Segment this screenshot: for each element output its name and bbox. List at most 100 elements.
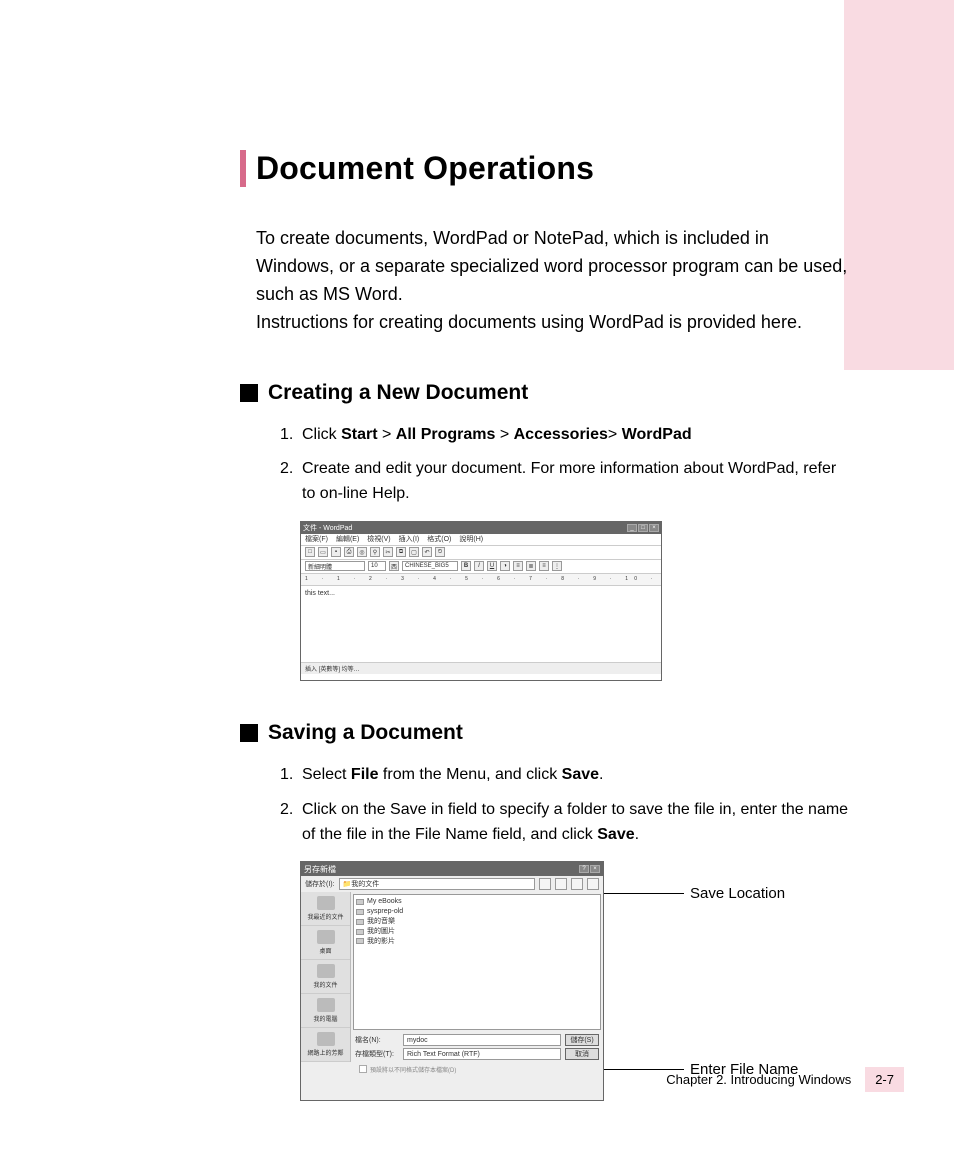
- step1-wordpad: WordPad: [622, 426, 692, 443]
- creating-step-1: 1. Click Start > All Programs > Accessor…: [280, 423, 850, 448]
- step1-accessories: Accessories: [514, 426, 608, 443]
- sidebar-network: 網路上的芳鄰: [301, 1028, 350, 1062]
- wordpad-formatbar: 新細明體 10 西 CHINESE_BIG5 B I U ◑ ≡ ≣ ≡ ⋮: [301, 560, 661, 574]
- save-in-value: 我的文件: [351, 879, 379, 889]
- step-number: 1.: [280, 423, 293, 448]
- close-icon: ×: [649, 524, 659, 532]
- step1-allprograms: All Programs: [396, 426, 496, 443]
- step-number: 1.: [280, 763, 293, 788]
- filetype-select: Rich Text Format (RTF): [403, 1048, 561, 1060]
- wordpad-screenshot: 文件 - WordPad _ □ × 檔案(F) 編輯(E) 檢視(V) 插入(…: [300, 521, 662, 681]
- back-icon: [539, 878, 551, 890]
- list-item: My eBooks: [356, 897, 598, 907]
- paste-icon: ▢: [409, 547, 419, 557]
- step-number: 2.: [280, 457, 293, 482]
- window-buttons: _ □ ×: [627, 524, 659, 532]
- align-right-icon: ≡: [539, 561, 549, 571]
- creating-steps-list: 1. Click Start > All Programs > Accessor…: [280, 423, 850, 507]
- save-button: 儲存(S): [565, 1034, 599, 1046]
- date-icon: ⏲: [435, 547, 445, 557]
- checkbox-icon: [359, 1065, 367, 1073]
- undo-icon: ↶: [422, 547, 432, 557]
- page-title-wrap: Document Operations: [240, 150, 850, 187]
- menu-format: 格式(O): [427, 534, 451, 544]
- footer-page-number: 2-7: [865, 1067, 904, 1092]
- section-saving-heading: Saving a Document: [240, 721, 850, 745]
- underline-icon: U: [487, 561, 497, 571]
- list-item: 我的影片: [356, 937, 598, 947]
- list-item: 我的音樂: [356, 917, 598, 927]
- wordpad-menubar: 檔案(F) 編輯(E) 檢視(V) 插入(I) 格式(O) 說明(H): [301, 534, 661, 546]
- cancel-button: 取消: [565, 1048, 599, 1060]
- list-item: 我的圖片: [356, 927, 598, 937]
- save-dialog-winbtns: ? ×: [579, 865, 600, 873]
- font-name-select: 新細明體: [305, 561, 365, 571]
- save-default-check: 預設將以不同格式儲存本檔案(D): [301, 1062, 603, 1076]
- save-bottom: 檔名(N): mydoc 儲存(S) 存檔類型(T): Rich Text Fo…: [351, 1032, 603, 1062]
- open-icon: ▭: [318, 547, 328, 557]
- color-icon: ◑: [500, 561, 510, 571]
- save-dialog-screenshot: 另存新檔 ? × 儲存於(I): 📁 我的文件 我最近的文件: [300, 861, 604, 1101]
- callout-line: [604, 893, 684, 894]
- preview-icon: ◎: [357, 547, 367, 557]
- wordpad-body: this text...: [301, 586, 661, 662]
- menu-edit: 編輯(E): [336, 534, 359, 544]
- wordpad-toolbar: □ ▭ ▪ ⎙ ◎ ⚲ ✂ ⧉ ▢ ↶ ⏲: [301, 546, 661, 560]
- align-center-icon: ≣: [526, 561, 536, 571]
- find-icon: ⚲: [370, 547, 380, 557]
- menu-insert: 插入(I): [399, 534, 420, 544]
- callout-save-location-text: Save Location: [690, 885, 785, 902]
- folder-icon: [356, 899, 364, 905]
- new-icon: □: [305, 547, 315, 557]
- section-creating-heading: Creating a New Document: [240, 381, 850, 405]
- filename-label: 檔名(N):: [355, 1035, 399, 1045]
- filetype-label: 存檔類型(T):: [355, 1049, 399, 1059]
- menu-help: 說明(H): [459, 534, 483, 544]
- save-dialog-body: 我最近的文件 桌面 我的文件 我的電腦 網路上的芳鄰 My eBooks sys…: [301, 892, 603, 1062]
- saving-step-2: 2. Click on the Save in field to specify…: [280, 798, 850, 848]
- square-bullet-icon: [240, 724, 258, 742]
- copy-icon: ⧉: [396, 547, 406, 557]
- italic-icon: I: [474, 561, 484, 571]
- print-icon: ⎙: [344, 547, 354, 557]
- page-footer: Chapter 2. Introducing Windows 2-7: [666, 1067, 904, 1092]
- intro-line-2: Instructions for creating documents usin…: [256, 309, 850, 337]
- filetype-row: 存檔類型(T): Rich Text Format (RTF) 取消: [355, 1048, 599, 1060]
- square-bullet-icon: [240, 384, 258, 402]
- desktop-icon: [317, 930, 335, 944]
- sidebar-desktop: 桌面: [301, 926, 350, 960]
- align-left-icon: ≡: [513, 561, 523, 571]
- chapter-tab-marker: [844, 0, 954, 370]
- network-icon: [317, 1032, 335, 1046]
- page-title: Document Operations: [256, 150, 850, 187]
- page-content: Document Operations To create documents,…: [240, 150, 850, 1101]
- bold-icon: B: [461, 561, 471, 571]
- mycomputer-icon: [317, 998, 335, 1012]
- folder-icon: [356, 909, 364, 915]
- up-icon: [555, 878, 567, 890]
- save-dialog-area: 另存新檔 ? × 儲存於(I): 📁 我的文件 我最近的文件: [300, 861, 850, 1101]
- saving-steps-list: 1. Select File from the Menu, and click …: [280, 763, 850, 847]
- folder-icon: [356, 919, 364, 925]
- views-icon: [587, 878, 599, 890]
- wordpad-ruler: 1 · 1 · 2 · 3 · 4 · 5 · 6 · 7 · 8 · 9 · …: [301, 574, 661, 586]
- wordpad-title-text: 文件 - WordPad: [303, 523, 352, 533]
- save-dialog-titlebar: 另存新檔 ? ×: [301, 862, 603, 876]
- folder-icon: 📁: [343, 880, 352, 888]
- intro-text: To create documents, WordPad or NotePad,…: [256, 225, 850, 337]
- filename-input: mydoc: [403, 1034, 561, 1046]
- recent-icon: [317, 896, 335, 910]
- encoding-select: CHINESE_BIG5: [402, 561, 458, 571]
- callout-save-location: Save Location: [604, 885, 785, 902]
- save-dialog-title: 另存新檔: [304, 864, 336, 875]
- lang-icon: 西: [389, 561, 399, 571]
- step-number: 2.: [280, 798, 293, 823]
- close-icon: ×: [590, 865, 600, 873]
- cut-icon: ✂: [383, 547, 393, 557]
- save-in-select: 📁 我的文件: [339, 878, 535, 890]
- save-in-label: 儲存於(I):: [305, 879, 335, 889]
- footer-chapter: Chapter 2. Introducing Windows: [666, 1072, 851, 1087]
- folder-icon: [356, 929, 364, 935]
- menu-view: 檢視(V): [367, 534, 390, 544]
- save-main: My eBooks sysprep-old 我的音樂 我的圖片 我的影片 檔名(…: [351, 892, 603, 1062]
